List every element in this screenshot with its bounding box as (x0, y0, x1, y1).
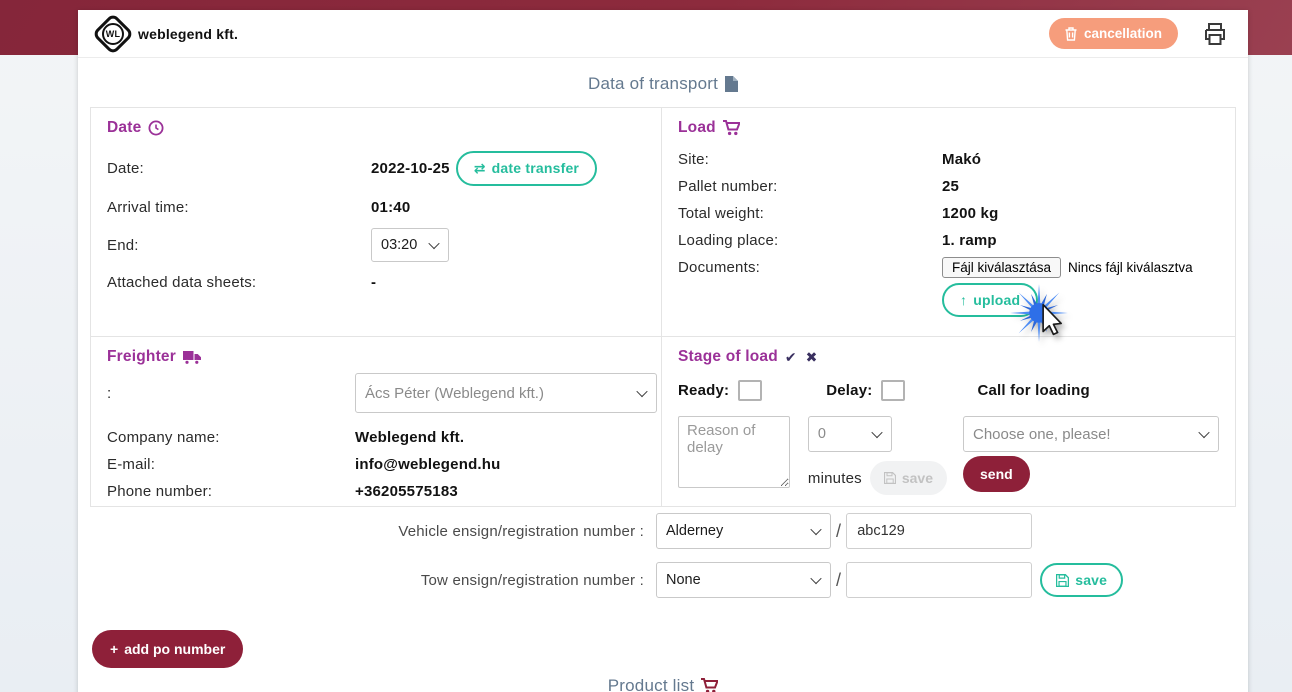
clock-icon (148, 120, 164, 136)
vehicle-ensign-label: Vehicle ensign/registration number : (78, 523, 656, 540)
delay-minutes-select[interactable]: 0 (808, 416, 892, 452)
logo-diamond-icon: WL (92, 12, 134, 54)
vehicle-number-input[interactable] (846, 513, 1032, 549)
phone-number-value: +36205575183 (355, 483, 458, 500)
freighter-panel-title: Freighter (107, 348, 176, 366)
logo-monogram: WL (102, 23, 124, 45)
reason-of-delay-textarea[interactable] (678, 416, 790, 488)
ready-label: Ready: (678, 382, 729, 399)
date-panel: Date Date: 2022-10-25 ⇄ date transfer Ar… (90, 107, 662, 337)
upload-button[interactable]: ↑ upload (942, 283, 1038, 317)
trash-icon (1065, 27, 1077, 41)
floppy-icon (884, 472, 896, 484)
stage-save-button[interactable]: save (870, 461, 947, 495)
end-label: End: (107, 237, 371, 254)
company-name-label: Company name: (107, 429, 355, 446)
cancellation-button[interactable]: cancellation (1049, 18, 1178, 49)
attached-sheets-value: - (371, 274, 376, 291)
total-weight-label: Total weight: (678, 205, 942, 222)
vehicle-country-select[interactable]: Alderney (656, 513, 831, 549)
card-header: WL weblegend kft. cancellation (78, 10, 1248, 58)
print-button[interactable] (1202, 22, 1228, 46)
page-title: Data of transport (78, 72, 1248, 96)
company-name-value: Weblegend kft. (355, 429, 464, 446)
load-panel-title: Load (678, 119, 716, 137)
end-time-select[interactable]: 03:20 (371, 228, 449, 262)
registration-save-button[interactable]: save (1040, 563, 1123, 597)
site-value: Makó (942, 151, 981, 168)
send-button[interactable]: send (963, 456, 1030, 492)
freighter-select[interactable]: Ács Péter (Weblegend kft.) (355, 373, 657, 413)
brand-name: weblegend kft. (138, 26, 238, 42)
truck-icon (183, 350, 201, 365)
cart-icon (701, 678, 718, 692)
arrival-time-label: Arrival time: (107, 199, 371, 216)
brand-logo: WL weblegend kft. (98, 19, 238, 49)
attached-sheets-label: Attached data sheets: (107, 274, 371, 291)
add-po-number-button[interactable]: + add po number (92, 630, 243, 668)
delay-label: Delay: (826, 382, 872, 399)
freighter-panel: Freighter : Ács Péter (Weblegend kft.) C… (90, 337, 662, 507)
ready-checkbox[interactable] (738, 380, 762, 401)
main-card: WL weblegend kft. cancellation Data of t… (78, 10, 1248, 692)
panels-grid: Date Date: 2022-10-25 ⇄ date transfer Ar… (90, 107, 1236, 507)
file-status-text: Nincs fájl kiválasztva (1068, 260, 1193, 275)
stage-save-label: save (902, 470, 933, 486)
slash-separator: / (836, 570, 841, 591)
freighter-select-label: : (107, 385, 355, 402)
transfer-arrows-icon: ⇄ (474, 160, 486, 177)
plus-icon: + (110, 641, 118, 657)
cart-icon (723, 120, 740, 136)
load-panel: Load Site: Makó Pallet number: 25 Total … (662, 107, 1236, 337)
header-actions: cancellation (1049, 18, 1228, 49)
floppy-icon (1056, 574, 1069, 587)
loading-place-label: Loading place: (678, 232, 942, 249)
email-label: E-mail: (107, 456, 355, 473)
documents-file-input: Fájl kiválasztása Nincs fájl kiválasztva (942, 257, 1193, 278)
product-list-title-text: Product list (608, 676, 695, 692)
minutes-label: minutes (808, 470, 862, 487)
stage-panel-title: Stage of load (678, 348, 778, 366)
date-transfer-label: date transfer (492, 160, 579, 176)
date-label: Date: (107, 160, 371, 177)
call-for-loading-select[interactable]: Choose one, please! (963, 416, 1219, 452)
file-choose-button[interactable]: Fájl kiválasztása (942, 257, 1061, 278)
cancellation-label: cancellation (1084, 26, 1162, 41)
vehicle-registration-row: Vehicle ensign/registration number : Ald… (78, 513, 1248, 549)
delay-checkbox[interactable] (881, 380, 905, 401)
tow-ensign-label: Tow ensign/registration number : (78, 572, 656, 589)
slash-separator: / (836, 521, 841, 542)
site-label: Site: (678, 151, 942, 168)
tow-country-select[interactable]: None (656, 562, 831, 598)
loading-place-value: 1. ramp (942, 232, 997, 249)
check-icon: ✔ (785, 349, 799, 366)
page-title-text: Data of transport (588, 74, 718, 94)
pallet-number-label: Pallet number: (678, 178, 942, 195)
call-for-loading-label: Call for loading (977, 382, 1089, 399)
add-po-label: add po number (124, 641, 225, 657)
registration-save-label: save (1075, 572, 1107, 588)
product-list-title: Product list (78, 676, 1248, 692)
total-weight-value: 1200 kg (942, 205, 998, 222)
phone-number-label: Phone number: (107, 483, 355, 500)
tow-registration-row: Tow ensign/registration number : None / … (78, 562, 1248, 598)
pallet-number-value: 25 (942, 178, 959, 195)
upload-arrow-icon: ↑ (960, 292, 967, 308)
date-transfer-button[interactable]: ⇄ date transfer (456, 151, 597, 186)
date-value: 2022-10-25 (371, 160, 450, 177)
documents-label: Documents: (678, 259, 942, 276)
printer-icon (1202, 22, 1228, 46)
document-icon (725, 76, 738, 92)
tow-number-input[interactable] (846, 562, 1032, 598)
email-value: info@weblegend.hu (355, 456, 501, 473)
stage-of-load-panel: Stage of load ✔ ✖ Ready: Delay: Call for… (662, 337, 1236, 507)
cross-icon: ✖ (806, 349, 820, 366)
arrival-time-value: 01:40 (371, 199, 410, 216)
upload-label: upload (973, 292, 1020, 308)
date-panel-title: Date (107, 119, 141, 137)
